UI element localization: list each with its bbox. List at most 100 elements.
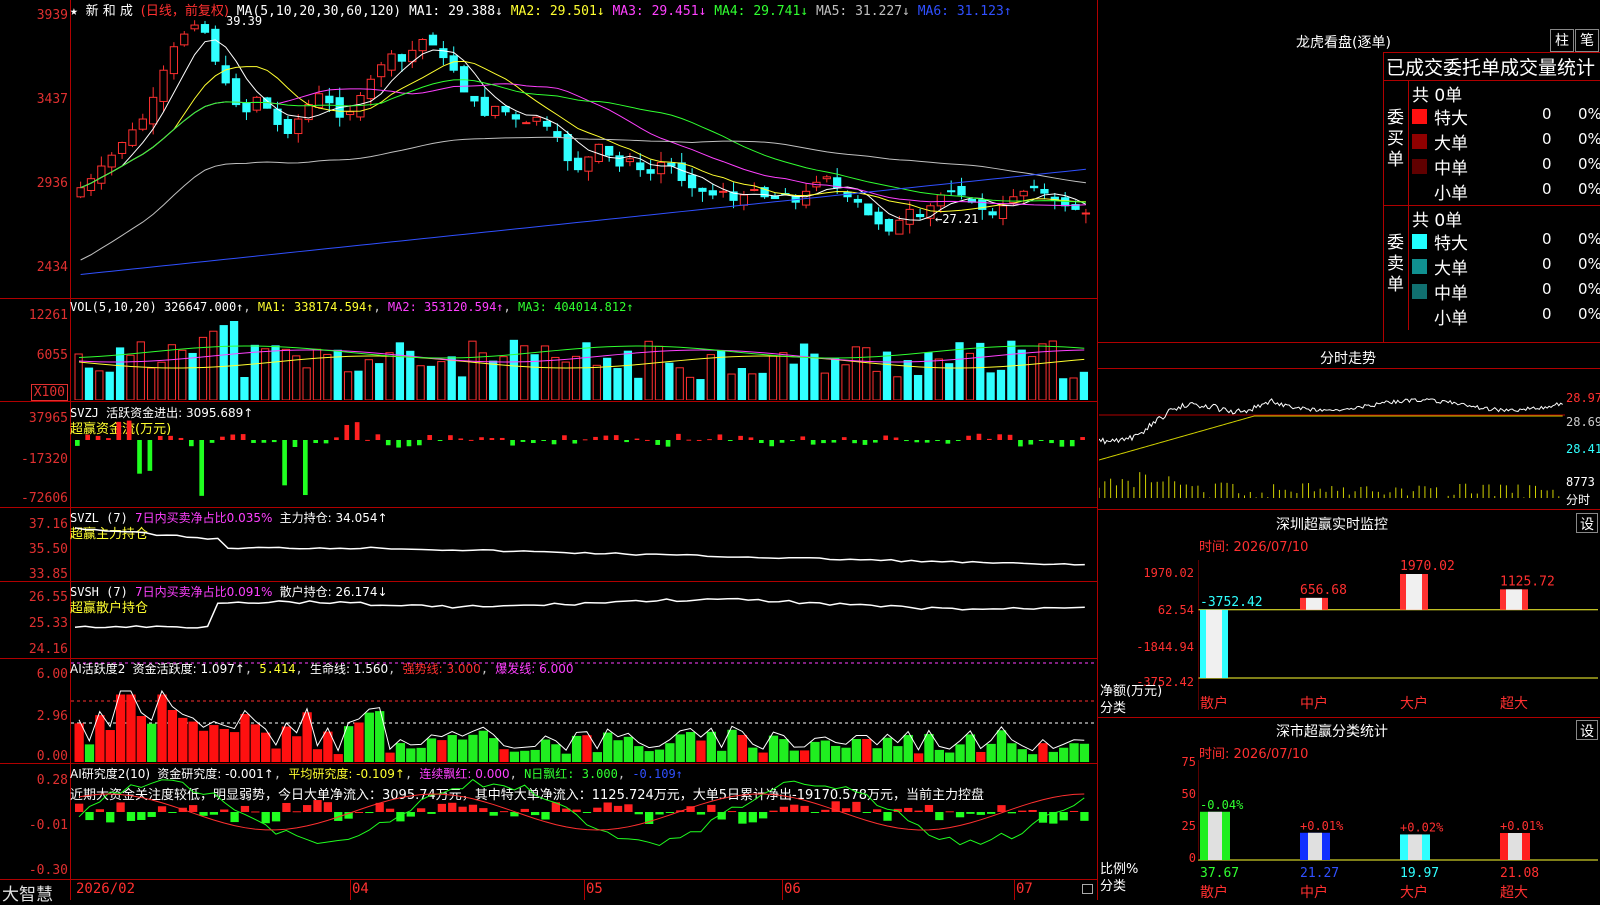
volume-bar: [706, 354, 715, 400]
ai1-bar: [95, 715, 105, 762]
svsh-chart: [74, 597, 1085, 629]
sell-row-pct: 0%: [1578, 255, 1600, 273]
lhb-title: 龙虎看盘(逐单): [1296, 35, 1391, 51]
ai2-bar: [1007, 812, 1017, 814]
ai2-bar: [251, 811, 260, 813]
candle-body: [687, 174, 697, 189]
ai2-bar: [883, 812, 892, 821]
ai1-bar: [996, 730, 1007, 762]
sell-row: 小单 0 0%: [1410, 304, 1600, 329]
svzj-bar: [168, 435, 173, 440]
ai1-bar: [685, 732, 696, 762]
candle-body: [211, 28, 220, 62]
candle-body: [180, 33, 189, 46]
svzj-bar: [271, 440, 277, 443]
volume-bar: [395, 342, 405, 400]
svzj-bar: [261, 440, 267, 443]
sz-monitor-tick-3: -1844.94: [1136, 640, 1194, 654]
ai1-bar: [147, 723, 157, 762]
ai1-bar: [509, 751, 520, 762]
ai1-bar: [924, 734, 934, 762]
date-tick-1: 2026/02: [76, 881, 136, 897]
candle-body: [915, 214, 925, 218]
candle-body: [522, 122, 531, 125]
candle-body: [646, 169, 655, 174]
volume-bar: [343, 371, 353, 400]
intraday-chart[interactable]: [1099, 370, 1565, 508]
ai1-bar: [385, 752, 395, 762]
ai1-bar: [737, 734, 748, 762]
svzj-bar: [354, 422, 360, 440]
svzj-bar: [510, 440, 515, 446]
ai1-bar: [530, 749, 540, 762]
ai2-bar: [966, 812, 975, 814]
ai1-bar: [592, 752, 602, 762]
volume-bar: [219, 325, 228, 400]
volume-bar: [364, 359, 373, 400]
candle-body: [719, 190, 728, 193]
ai1-bar: [198, 730, 209, 762]
svzj-bar: [251, 440, 256, 443]
volume-bar: [955, 342, 964, 400]
sz-monitor-xlabel: 分类: [1100, 701, 1127, 716]
date-sep-4: [1014, 879, 1015, 900]
svzj-bar: [810, 440, 816, 445]
ai2-bar: [520, 808, 529, 812]
ai1-bar: [872, 748, 882, 762]
stat-left-line: [1383, 52, 1384, 342]
volume-bar: [1059, 378, 1068, 400]
candle-body: [480, 96, 489, 116]
buy-row-pct: 0%: [1578, 130, 1600, 148]
volume-bar: [84, 367, 94, 400]
ai1-bar: [603, 732, 613, 762]
svzj-bar: [634, 438, 640, 440]
tick-view-button[interactable]: 笔: [1575, 29, 1599, 52]
ai2-bar: [157, 806, 167, 812]
candle-body: [1081, 212, 1091, 215]
svzj-bar: [209, 440, 215, 443]
volume-bar: [250, 344, 259, 400]
candlestick-chart[interactable]: [71, 16, 1097, 298]
ai2-bar: [727, 811, 737, 813]
volume-bar: [323, 353, 332, 400]
sz-class-settings-button[interactable]: 设: [1576, 720, 1598, 740]
volume-bar: [1048, 340, 1057, 400]
ai1-bar: [675, 734, 685, 762]
date-sep-3: [782, 879, 783, 900]
candle-body: [97, 165, 106, 184]
svzj-bar: [220, 436, 225, 440]
class-delta-label: +0.02%: [1400, 820, 1444, 834]
svzj-bar: [1059, 440, 1065, 447]
ai1-bar: [364, 712, 374, 762]
date-tick-4: 06: [784, 881, 801, 897]
ai1-bar: [965, 734, 976, 762]
candle-body: [573, 157, 583, 171]
svzj-bar: [686, 439, 692, 441]
lock-icon[interactable]: [1082, 884, 1093, 894]
svzj-bar: [769, 440, 775, 447]
candle-body: [231, 78, 241, 106]
vol-tick-2: 6055: [36, 348, 68, 363]
sell-row-name: 特大: [1434, 234, 1468, 254]
candle-body: [853, 198, 863, 203]
ma5-line: [80, 39, 1087, 221]
ai2-bar: [800, 805, 809, 812]
volume-bar: [468, 340, 477, 400]
buy-total: 共 0单: [1412, 86, 1463, 106]
vol-unit-button[interactable]: X100: [30, 384, 68, 401]
ai2-bar: [613, 805, 623, 812]
sz-monitor-settings-button[interactable]: 设: [1576, 513, 1598, 533]
ai2-chart: [75, 778, 1089, 847]
ai2-bar: [75, 803, 84, 812]
ai1-bar: [312, 749, 323, 762]
ai1-bar: [240, 714, 250, 762]
ai2-tick-2: -0.01: [28, 818, 68, 833]
volume-bar: [924, 352, 933, 400]
volume-bar: [810, 353, 819, 400]
ai1-bar: [913, 753, 924, 762]
svzj-bar: [603, 435, 609, 440]
svsh-tick-3: 24.16: [28, 642, 68, 657]
bar-view-button[interactable]: 柱: [1550, 29, 1574, 52]
candle-body: [905, 208, 914, 225]
stat-title: 已成交委托单成交量统计: [1386, 57, 1596, 79]
